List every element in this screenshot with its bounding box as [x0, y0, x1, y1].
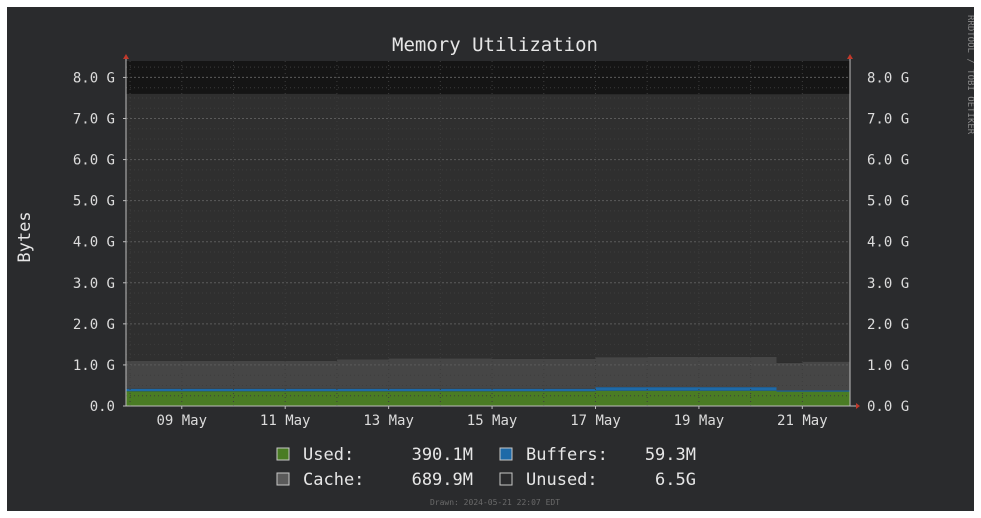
y-axis-label: Bytes	[15, 211, 35, 262]
memory-utilization-chart: 0.0 1.0 G 2.0 G 3.0 G 4.0 G 5.0 G 6.0 G 7.0 G 8.…	[15, 15, 975, 507]
x-tick-label: 15 May	[467, 413, 518, 429]
legend-item-buffers: Buffers: 59.3M	[499, 445, 696, 465]
chart-title: Memory Utilization	[392, 34, 598, 56]
footer-drawn: Drawn: 2024-05-21 22:07 EDT	[430, 498, 560, 507]
y-tick-label-left: 1.0 G	[73, 358, 115, 374]
legend-swatch-cache	[276, 472, 290, 486]
graph-panel: 0.0 1.0 G 2.0 G 3.0 G 4.0 G 5.0 G 6.0 G 7.0 G 8.…	[7, 7, 975, 511]
y-tick-label-left: 3.0 G	[73, 276, 115, 292]
watermark: RRDTOOL / TOBI OETIKER	[965, 15, 974, 135]
area-used	[126, 390, 850, 406]
y-tick-label-left: 5.0 G	[73, 194, 115, 210]
y-tick-label-right: 2.0 G	[867, 317, 909, 333]
legend-item-unused: Unused: 6.5G	[499, 470, 696, 490]
legend-swatch-unused	[499, 472, 513, 486]
y-tick-label-left: 0.0	[90, 399, 115, 415]
y-tick-label-left: 4.0 G	[73, 235, 115, 251]
x-tick-labels: 09 May 11 May 13 May 15 May 17 May 19 May 21 M…	[156, 406, 828, 429]
y-tick-label-right: 6.0 G	[867, 153, 909, 169]
x-tick-label: 19 May	[674, 413, 725, 429]
legend-item-used: Used: 390.1M	[276, 445, 473, 465]
y-axis-arrow-left	[123, 54, 129, 59]
legend-label-cache: Cache:	[303, 470, 364, 490]
y-tick-labels-left: 0.0 1.0 G 2.0 G 3.0 G 4.0 G 5.0 G 6.0 G 7.0 G 8.…	[73, 70, 126, 415]
y-tick-label-left: 2.0 G	[73, 317, 115, 333]
legend-value-buffers: 59.3M	[645, 445, 696, 465]
x-tick-label: 21 May	[777, 413, 828, 429]
y-tick-label-right: 5.0 G	[867, 194, 909, 210]
y-tick-label-right: 0.0 G	[867, 399, 909, 415]
x-tick-label: 17 May	[570, 413, 621, 429]
y-tick-label-left: 8.0 G	[73, 70, 115, 86]
legend-value-cache: 689.9M	[412, 470, 473, 490]
y-tick-label-right: 7.0 G	[867, 112, 909, 128]
legend-swatch-used	[276, 447, 290, 461]
y-tick-label-right: 1.0 G	[867, 358, 909, 374]
x-tick-label: 11 May	[260, 413, 311, 429]
area-unused	[126, 93, 850, 363]
x-tick-label: 13 May	[363, 413, 414, 429]
y-tick-label-left: 7.0 G	[73, 112, 115, 128]
legend-value-unused: 6.5G	[655, 470, 696, 490]
legend-label-used: Used:	[303, 445, 354, 465]
y-tick-label-right: 4.0 G	[867, 235, 909, 251]
legend-label-unused: Unused:	[526, 470, 598, 490]
legend-value-used: 390.1M	[412, 445, 473, 465]
y-tick-label-left: 6.0 G	[73, 153, 115, 169]
legend-label-buffers: Buffers:	[526, 445, 608, 465]
x-tick-label: 09 May	[156, 413, 207, 429]
legend-item-cache: Cache: 689.9M	[276, 470, 473, 490]
y-tick-label-right: 8.0 G	[867, 70, 909, 86]
legend: Used: 390.1M Buffers: 59.3M Cache: 689.9M Unus…	[276, 445, 696, 490]
y-tick-label-right: 3.0 G	[867, 276, 909, 292]
stacked-areas	[126, 93, 850, 406]
legend-swatch-buffers	[499, 447, 513, 461]
x-axis-arrow	[856, 403, 860, 409]
y-axis-arrow-right	[847, 54, 853, 59]
graph-frame: 0.0 1.0 G 2.0 G 3.0 G 4.0 G 5.0 G 6.0 G 7.0 G 8.…	[0, 0, 981, 518]
y-tick-labels-right: 0.0 G 1.0 G 2.0 G 3.0 G 4.0 G 5.0 G 6.0 G 7.0 G…	[867, 70, 909, 415]
